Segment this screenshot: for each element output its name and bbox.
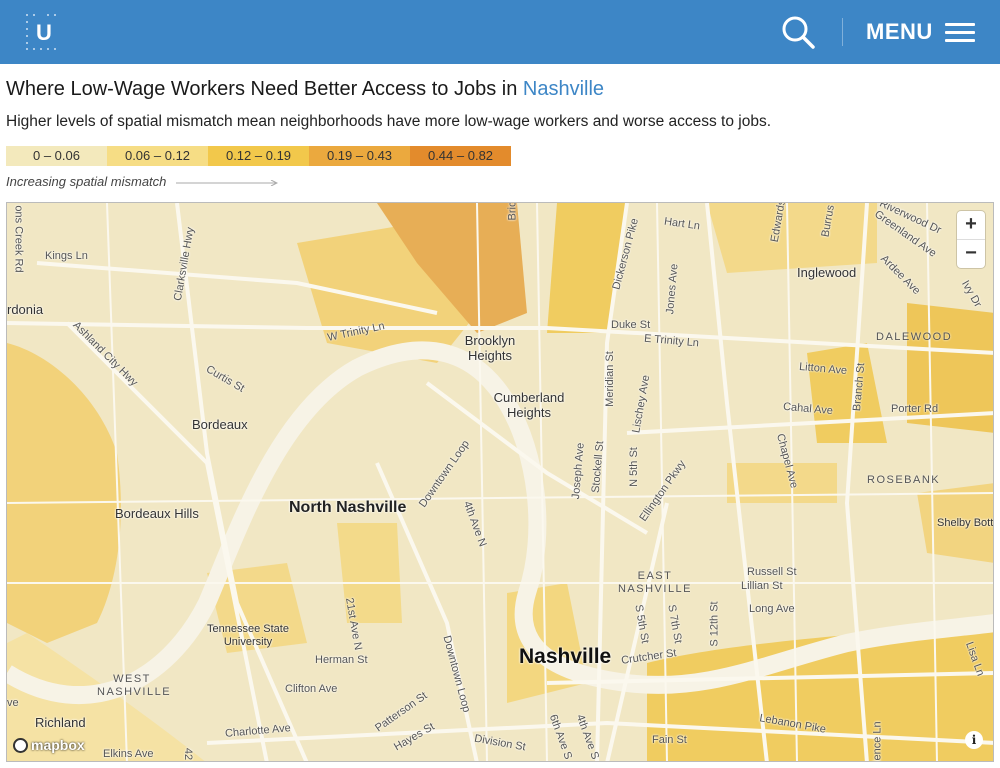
place-label-cumberland-heights: Cumberland Heights	[493, 390, 565, 420]
zoom-in-button[interactable]: +	[957, 211, 985, 239]
top-navigation-bar: U MENU	[0, 0, 1000, 64]
place-label-bordeaux: Bordeaux	[192, 417, 248, 432]
street-label: Herman St	[315, 654, 368, 666]
street-label: ons Creek Rd	[12, 205, 25, 273]
street-label: Clifton Ave	[285, 683, 338, 695]
zoom-controls: + −	[957, 211, 985, 268]
street-label: Russell St	[747, 566, 797, 578]
mapbox-icon	[13, 737, 28, 753]
legend-bin: 0 – 0.06	[6, 146, 107, 166]
legend-bin: 0.19 – 0.43	[309, 146, 410, 166]
choropleth-map[interactable]: Nashville North Nashville Bordeaux Borde…	[6, 202, 994, 762]
map-legend: 0 – 0.06 0.06 – 0.12 0.12 – 0.19 0.19 – …	[6, 146, 511, 166]
place-label-north-nashville: North Nashville	[289, 499, 407, 516]
nav-divider	[842, 18, 843, 46]
page-title: Where Low-Wage Workers Need Better Acces…	[6, 78, 604, 101]
street-label: dence Ln	[871, 721, 884, 762]
street-label: Elkins Ave	[103, 748, 154, 760]
search-icon[interactable]	[780, 14, 816, 50]
place-label-bordeaux-hills: Bordeaux Hills	[115, 506, 199, 521]
street-label: Kings Ln	[45, 250, 88, 262]
neighborhood-label-rosebank: ROSEBANK	[867, 474, 941, 486]
street-label: Lillian St	[741, 580, 783, 592]
place-label-cardonia: rdonia	[7, 302, 44, 317]
hamburger-icon	[944, 18, 975, 47]
legend-note: Increasing spatial mismatch	[6, 174, 167, 189]
street-label: N 5th St	[627, 447, 640, 487]
mapbox-logo[interactable]: mapbox	[13, 737, 85, 753]
place-label-tennessee-state-university: Tennessee State University	[207, 623, 289, 648]
place-label-richland: Richland	[35, 715, 86, 730]
neighborhood-label-west-nashville: WEST NASHVILLE	[97, 673, 172, 698]
arrow-right-icon	[176, 180, 278, 186]
street-label: Bric	[506, 202, 519, 221]
title-prefix: Where Low-Wage Workers Need Better Acces…	[6, 78, 518, 100]
title-city-link[interactable]: Nashville	[523, 78, 604, 100]
page-subtitle: Higher levels of spatial mismatch mean n…	[6, 113, 772, 130]
menu-label: MENU	[866, 19, 933, 44]
street-label: S 12th St	[708, 601, 721, 647]
urban-institute-logo[interactable]: U	[24, 12, 64, 52]
svg-text:U: U	[36, 20, 52, 45]
legend-bin: 0.06 – 0.12	[107, 146, 208, 166]
mapbox-wordmark: mapbox	[31, 737, 85, 753]
place-label-shelby-bottoms: Shelby Bott	[937, 517, 994, 529]
zoom-out-button[interactable]: −	[957, 239, 985, 268]
street-label: ve	[7, 697, 19, 709]
street-label: Meridian St	[603, 351, 616, 407]
neighborhood-label-dalewood: DALEWOOD	[876, 331, 953, 343]
place-label-nashville: Nashville	[519, 645, 612, 668]
legend-bin: 0.44 – 0.82	[410, 146, 511, 166]
legend-bin: 0.12 – 0.19	[208, 146, 309, 166]
place-label-brooklyn-heights: Brooklyn Heights	[464, 333, 516, 363]
neighborhood-label-east-nashville: EAST NASHVILLE	[617, 570, 693, 595]
info-icon[interactable]: i	[965, 731, 983, 749]
street-label: Duke St	[611, 319, 651, 331]
place-label-inglewood: Inglewood	[797, 265, 857, 280]
street-label: 42	[182, 747, 195, 761]
menu-button[interactable]: MENU	[866, 14, 975, 50]
street-label: Porter Rd	[891, 403, 939, 415]
street-label: Long Ave	[749, 603, 795, 615]
street-label: Fain St	[652, 734, 687, 746]
